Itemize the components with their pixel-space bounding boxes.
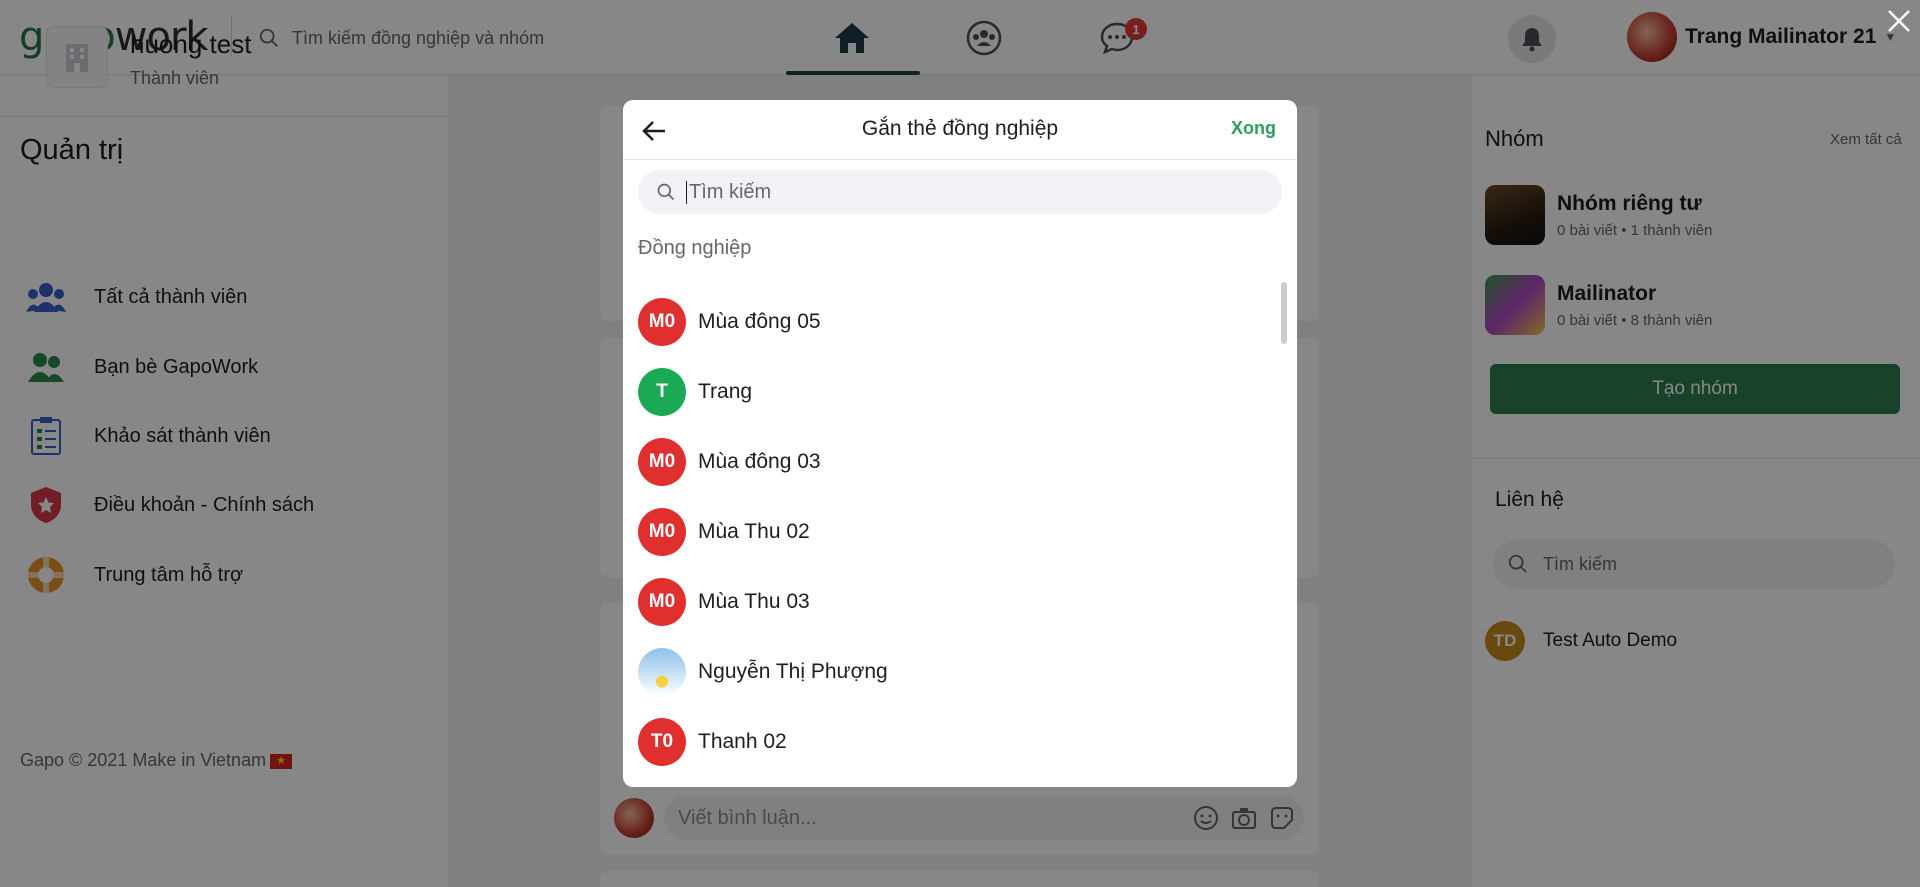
search-icon bbox=[657, 183, 675, 201]
colleague-name: Mùa đông 03 bbox=[698, 450, 821, 473]
colleague-name: Mùa Thu 02 bbox=[698, 520, 810, 543]
colleague-item[interactable]: M0 Mùa đông 05 bbox=[638, 287, 1268, 357]
close-icon[interactable] bbox=[1884, 6, 1914, 36]
colleague-item[interactable]: M0 Mùa Thu 03 bbox=[638, 567, 1268, 637]
colleague-item[interactable]: T Trang bbox=[638, 357, 1268, 427]
colleague-search[interactable] bbox=[638, 170, 1282, 214]
colleagues-section-label: Đồng nghiệp bbox=[638, 237, 752, 259]
colleague-item[interactable]: T0 Thanh 02 bbox=[638, 707, 1268, 777]
done-button[interactable]: Xong bbox=[1231, 118, 1276, 139]
colleague-item[interactable]: Nguyễn Thị Phượng bbox=[638, 637, 1268, 707]
dialog-title: Gắn thẻ đồng nghiệp bbox=[861, 117, 1059, 140]
colleague-name: Trang bbox=[698, 380, 753, 403]
avatar bbox=[638, 648, 686, 696]
list-scrollbar[interactable] bbox=[1281, 282, 1287, 344]
avatar: M0 bbox=[638, 508, 686, 556]
tag-colleagues-dialog: Gắn thẻ đồng nghiệp Xong Đồng nghiệp M0 … bbox=[623, 100, 1297, 787]
colleague-name: Thanh 02 bbox=[698, 730, 787, 753]
colleague-name: Mùa Thu 03 bbox=[698, 590, 810, 613]
avatar: T0 bbox=[638, 718, 686, 766]
colleague-name: Mùa đông 05 bbox=[698, 310, 821, 333]
avatar: T bbox=[638, 368, 686, 416]
colleague-search-input[interactable] bbox=[686, 180, 1246, 204]
colleague-list: M0 Mùa đông 05 T Trang M0 Mùa đông 03 M0… bbox=[638, 287, 1268, 777]
dialog-header: Gắn thẻ đồng nghiệp Xong bbox=[623, 100, 1297, 160]
avatar: M0 bbox=[638, 298, 686, 346]
colleague-item[interactable]: M0 Mùa Thu 02 bbox=[638, 497, 1268, 567]
colleague-name: Nguyễn Thị Phượng bbox=[698, 660, 888, 683]
avatar: M0 bbox=[638, 578, 686, 626]
colleague-item[interactable]: M0 Mùa đông 03 bbox=[638, 427, 1268, 497]
avatar: M0 bbox=[638, 438, 686, 486]
